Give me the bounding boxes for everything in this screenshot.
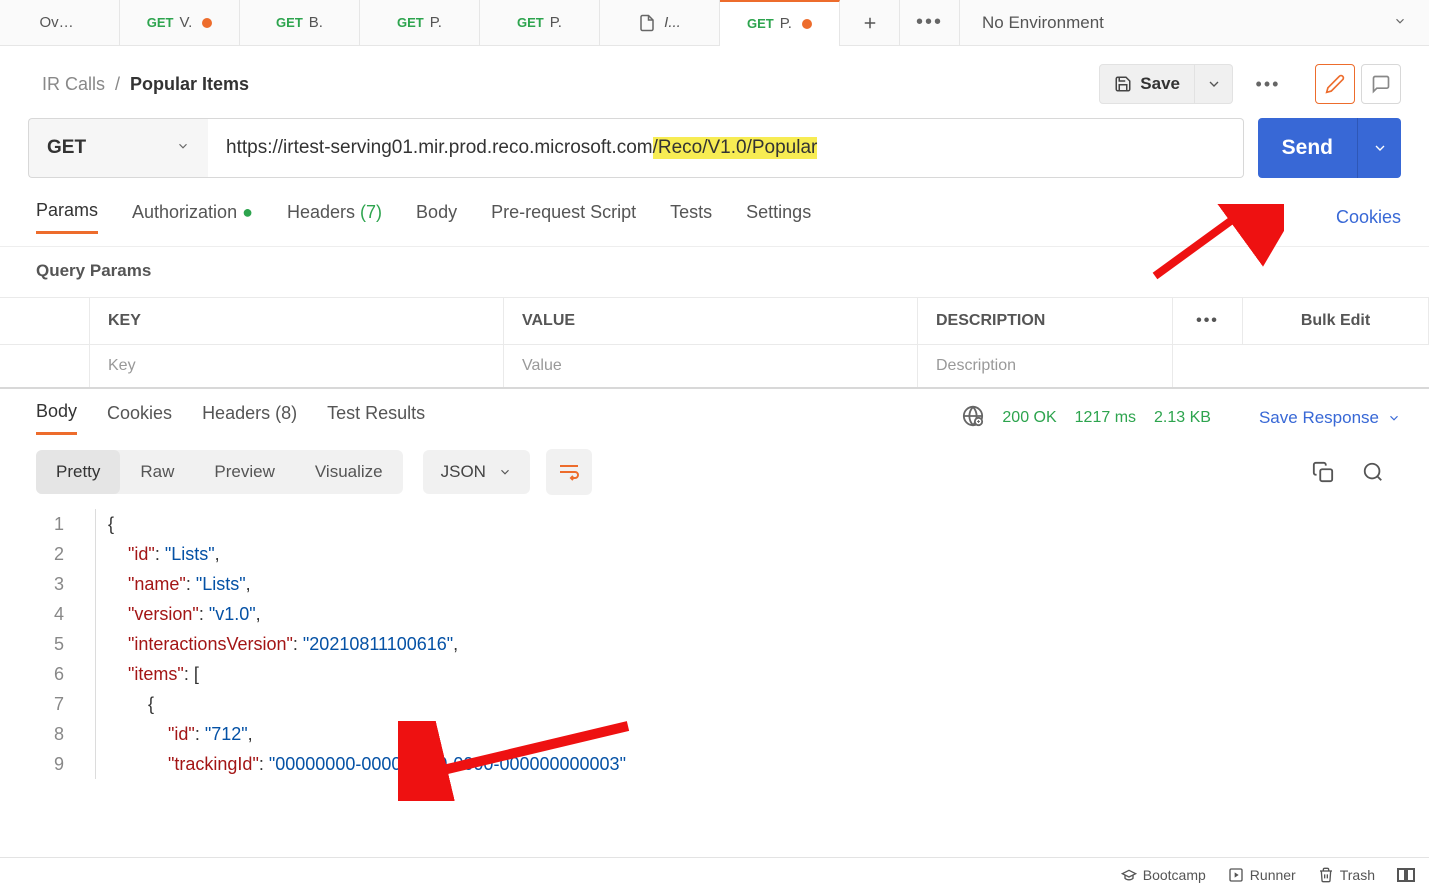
environment-selector[interactable]: No Environment [960, 13, 1429, 33]
response-body[interactable]: 1{2 "id": "Lists",3 "name": "Lists",4 "v… [0, 509, 1429, 779]
url-input[interactable]: https://irtest-serving01.mir.prod.reco.m… [208, 118, 1244, 178]
bootcamp-button[interactable]: Bootcamp [1121, 867, 1206, 883]
tab-get-p-1[interactable]: GETP. [360, 0, 480, 46]
tab-get-v[interactable]: GETV. [120, 0, 240, 46]
chevron-down-icon [1393, 13, 1407, 33]
tab-file-i[interactable]: I... [600, 0, 720, 46]
title-bar: IR Calls / Popular Items Save ••• [0, 46, 1429, 118]
breadcrumb-collection[interactable]: IR Calls [42, 74, 105, 94]
status-code: 200 OK [1002, 409, 1056, 427]
tabs-more-button[interactable]: ••• [900, 0, 960, 46]
pill-pretty[interactable]: Pretty [36, 450, 120, 494]
request-tabs: Params Authorization ● Headers (7) Body … [0, 178, 1429, 247]
resp-tab-body[interactable]: Body [36, 401, 77, 435]
save-button[interactable]: Save [1099, 64, 1195, 104]
comments-icon[interactable] [1361, 64, 1401, 104]
breadcrumb-current: Popular Items [130, 74, 249, 94]
key-input[interactable]: Key [90, 345, 504, 387]
file-icon [638, 14, 656, 32]
chevron-down-icon [176, 137, 190, 159]
format-pills: Pretty Raw Preview Visualize [36, 450, 403, 494]
resp-tab-testresults[interactable]: Test Results [327, 403, 425, 434]
environment-label: No Environment [982, 13, 1104, 33]
query-params-title: Query Params [0, 247, 1429, 291]
resp-tab-headers[interactable]: Headers (8) [202, 403, 297, 434]
more-actions-button[interactable]: ••• [1247, 64, 1289, 104]
value-input[interactable]: Value [504, 345, 918, 387]
pill-visualize[interactable]: Visualize [295, 450, 403, 494]
network-icon[interactable] [962, 405, 984, 432]
tab-body[interactable]: Body [416, 202, 457, 233]
url-row: GET https://irtest-serving01.mir.prod.re… [0, 118, 1429, 178]
col-key: KEY [90, 298, 504, 344]
desc-input[interactable]: Description [918, 345, 1173, 387]
tab-headers[interactable]: Headers (7) [287, 202, 382, 233]
send-button[interactable]: Send [1258, 118, 1357, 178]
trash-button[interactable]: Trash [1318, 867, 1375, 883]
unsaved-dot-icon [802, 19, 812, 29]
tab-get-p-active[interactable]: GETP. [720, 0, 840, 46]
new-tab-button[interactable] [840, 0, 900, 46]
search-response-button[interactable] [1353, 452, 1393, 492]
tab-overview[interactable]: Over... [0, 0, 120, 46]
tab-get-p-2[interactable]: GETP. [480, 0, 600, 46]
resp-tab-cookies[interactable]: Cookies [107, 403, 172, 434]
pill-raw[interactable]: Raw [120, 450, 194, 494]
tab-prerequest[interactable]: Pre-request Script [491, 202, 636, 233]
breadcrumb[interactable]: IR Calls / Popular Items [42, 74, 249, 95]
tab-settings[interactable]: Settings [746, 202, 811, 233]
tab-authorization[interactable]: Authorization ● [132, 202, 253, 233]
col-value: VALUE [504, 298, 918, 344]
runner-button[interactable]: Runner [1228, 867, 1296, 883]
send-options-button[interactable] [1357, 118, 1401, 178]
save-options-button[interactable] [1195, 64, 1233, 104]
bulk-edit-button[interactable]: Bulk Edit [1243, 298, 1429, 344]
pill-preview[interactable]: Preview [194, 450, 294, 494]
table-row[interactable]: Key Value Description [0, 345, 1429, 387]
panes-button[interactable] [1397, 868, 1415, 882]
method-selector[interactable]: GET [28, 118, 208, 178]
unsaved-dot-icon [202, 18, 212, 28]
response-size: 2.13 KB [1154, 409, 1211, 427]
tab-params[interactable]: Params [36, 200, 98, 234]
save-icon [1114, 75, 1132, 93]
auth-indicator-icon: ● [242, 202, 253, 222]
tab-tests[interactable]: Tests [670, 202, 712, 233]
columns-options-button[interactable]: ••• [1173, 298, 1243, 344]
tab-get-b[interactable]: GETB. [240, 0, 360, 46]
response-time: 1217 ms [1075, 409, 1136, 427]
save-response-button[interactable]: Save Response [1259, 408, 1401, 428]
method-label: GET [47, 137, 86, 159]
copy-response-button[interactable] [1303, 452, 1343, 492]
content-type-selector[interactable]: JSON [423, 450, 530, 494]
url-text: https://irtest-serving01.mir.prod.reco.m… [226, 137, 653, 159]
cookies-link[interactable]: Cookies [1336, 207, 1401, 228]
status-bar: Bootcamp Runner Trash [0, 857, 1429, 891]
word-wrap-button[interactable] [546, 449, 592, 495]
documentation-icon[interactable] [1315, 64, 1355, 104]
url-highlight: /Reco/V1.0/Popular [653, 137, 818, 159]
col-desc: DESCRIPTION [918, 298, 1173, 344]
query-params-table: KEY VALUE DESCRIPTION ••• Bulk Edit Key … [0, 297, 1429, 387]
response-pane: Body Cookies Headers (8) Test Results 20… [0, 387, 1429, 779]
tab-strip: Over... GETV. GETB. GETP. GETP. I... GET… [0, 0, 1429, 46]
